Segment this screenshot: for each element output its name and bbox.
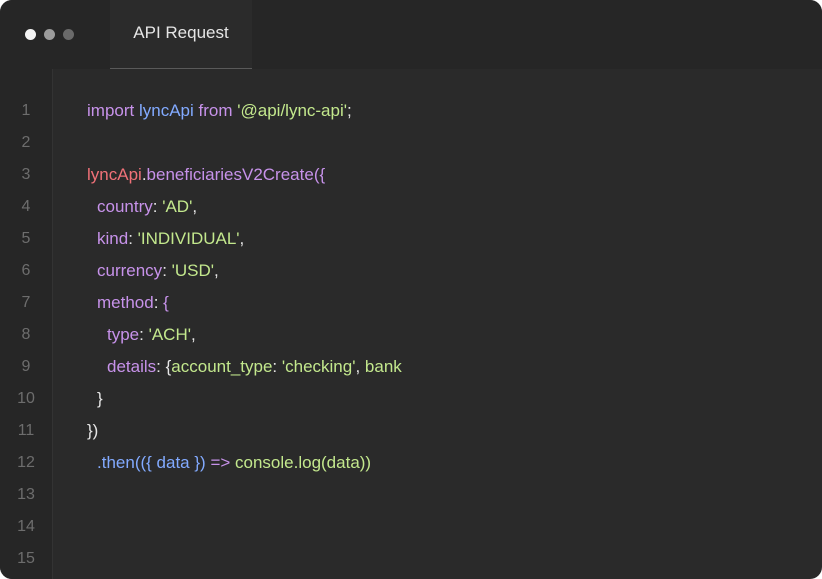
code-line-4: country: 'AD', [87, 191, 822, 223]
string-literal: 'ACH' [148, 325, 191, 344]
keyword-import: import [87, 101, 135, 120]
colon: : [152, 197, 163, 216]
maximize-dot-icon[interactable] [63, 29, 74, 40]
keyword-from: from [198, 101, 233, 120]
property-key: method [97, 293, 154, 312]
close-brace: } [97, 389, 103, 408]
code-line-1: import lyncApi from '@api/lync-api'; [87, 95, 822, 127]
line-number: 4 [21, 198, 31, 215]
property-key: details [107, 357, 157, 376]
code-line-6: currency: 'USD', [87, 255, 822, 287]
colon: : [128, 229, 138, 248]
line-number: 12 [17, 454, 35, 471]
code-line-10: } [87, 383, 822, 415]
colon: : [272, 357, 282, 376]
line-number: 5 [21, 230, 31, 247]
line-number: 14 [17, 518, 35, 535]
argument: data [156, 453, 190, 472]
string-literal: 'AD' [162, 197, 193, 216]
colon: : [139, 325, 149, 344]
line-number: 11 [17, 422, 35, 439]
colon: : [153, 293, 164, 312]
property-key: currency [97, 261, 163, 280]
code-line-7: method: { [87, 287, 822, 319]
string-literal: 'USD' [171, 261, 215, 280]
code-editor[interactable]: 1 2 3 4 5 6 7 8 9 10 11 12 13 14 15 impo… [0, 69, 822, 579]
line-gutter: 1 2 3 4 5 6 7 8 9 10 11 12 13 14 15 [0, 69, 53, 579]
open-paren-brace: (({ [134, 453, 157, 472]
property-key: type [107, 325, 140, 344]
close-brace-paren: }) [189, 453, 211, 472]
comma: , [192, 197, 198, 216]
code-line-12: .then(({ data }) => console.log(data)) [87, 447, 822, 479]
comma: , [190, 325, 196, 344]
code-line-5: kind: 'INDIVIDUAL', [87, 223, 822, 255]
open-brace: { [163, 293, 169, 312]
line-numbers: 1 2 3 4 5 6 7 8 9 10 11 12 13 14 15 [0, 95, 52, 575]
property-key: kind [97, 229, 129, 248]
property-key: bank [364, 357, 402, 376]
string-literal: 'INDIVIDUAL' [137, 229, 240, 248]
title-bar: API Request [0, 0, 822, 69]
comma: , [214, 261, 219, 280]
line-number: 1 [21, 102, 31, 119]
code-line-3: lyncApi.beneficiariesV2Create({ [87, 159, 822, 191]
tab-api-request[interactable]: API Request [110, 0, 252, 69]
close-brace-paren: }) [87, 421, 99, 440]
property-key: country [97, 197, 153, 216]
code-line-9: details: {account_type: 'checking', bank [87, 351, 822, 383]
line-number: 7 [21, 294, 31, 311]
line-number: 6 [21, 262, 31, 279]
code-content[interactable]: import lyncApi from '@api/lync-api'; lyn… [87, 95, 822, 575]
close-dot-icon[interactable] [25, 29, 36, 40]
semicolon: ; [347, 101, 352, 120]
string-literal: 'checking' [281, 357, 356, 376]
colon: : [156, 357, 166, 376]
code-line-11: }) [87, 415, 822, 447]
minimize-dot-icon[interactable] [44, 29, 55, 40]
code-window: API Request 1 2 3 4 5 6 7 8 9 10 11 12 1… [0, 0, 822, 579]
tab-label: API Request [133, 23, 229, 42]
method-name: .then [97, 453, 135, 472]
line-number: 15 [17, 550, 35, 567]
colon: : [162, 261, 172, 280]
paren-brace: ({ [313, 165, 326, 184]
line-number: 9 [21, 358, 31, 375]
string-literal: '@api/lync-api' [237, 101, 347, 120]
arrow-operator: => [210, 453, 231, 472]
object-name: lyncApi [87, 165, 142, 184]
identifier: lyncApi [138, 101, 194, 120]
property-key: account_type [171, 357, 273, 376]
line-number: 2 [21, 134, 31, 151]
line-number: 8 [21, 326, 31, 343]
line-number: 10 [17, 390, 35, 407]
line-number: 3 [21, 166, 31, 183]
function-name: beneficiariesV2Create [146, 165, 314, 184]
arrow-body: console.log(data)) [230, 453, 372, 472]
code-line-8: type: 'ACH', [87, 319, 822, 351]
comma: , [239, 229, 245, 248]
line-number: 13 [17, 486, 35, 503]
comma: , [355, 357, 365, 376]
